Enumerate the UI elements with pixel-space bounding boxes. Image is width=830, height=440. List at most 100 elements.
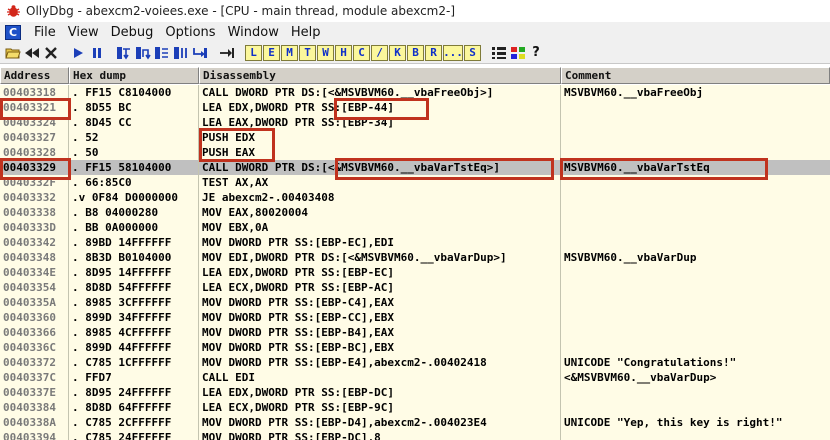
restart-icon[interactable]	[23, 44, 41, 61]
table-row[interactable]: 00403384. 8D8D 64FFFFFF LEA ECX,DWORD PTR…	[0, 400, 830, 415]
table-row[interactable]: 0040338A. C785 2CFFFFFF MOV DWORD PTR SS:…	[0, 415, 830, 430]
menu-view[interactable]: View	[63, 25, 106, 40]
table-row[interactable]: 00403318. FF15 C8104000 CALL DWORD PTR DS…	[0, 85, 830, 100]
breakpoints-window-button[interactable]: B	[407, 44, 424, 61]
table-row[interactable]: 0040336C. 899D 44FFFFFF MOV DWORD PTR SS:…	[0, 340, 830, 355]
row-disassembly: LEA EDX,DWORD PTR SS:[EBP-EC]	[199, 265, 561, 280]
table-row[interactable]: 00403354. 8D8D 54FFFFFF LEA ECX,DWORD PTR…	[0, 280, 830, 295]
ollydbg-bug-icon	[6, 4, 21, 19]
row-address: 00403360	[0, 310, 69, 325]
run-icon[interactable]	[69, 44, 87, 61]
row-comment	[561, 310, 830, 325]
step-into-icon[interactable]	[115, 44, 133, 61]
table-row[interactable]: 00403342. 89BD 14FFFFFF MOV DWORD PTR SS:…	[0, 235, 830, 250]
trace-over-icon[interactable]	[172, 44, 190, 61]
menu-options[interactable]: Options	[160, 25, 222, 40]
row-hex-dump: . 8D55 BC	[69, 100, 199, 115]
row-disassembly: PUSH EDX	[199, 130, 561, 145]
table-row[interactable]: 00403332 .v 0F84 D0000000 JE abexcm2-.0040…	[0, 190, 830, 205]
row-hex-dump: . 8985 4CFFFFFF	[69, 325, 199, 340]
row-hex-dump: . C785 24FFFFFF	[69, 430, 199, 440]
row-hex-dump: . 8D95 24FFFFFF	[69, 385, 199, 400]
menu-window[interactable]: Window	[223, 25, 286, 40]
pause-icon[interactable]	[88, 44, 106, 61]
execute-till-return-icon[interactable]	[191, 44, 209, 61]
menu-file[interactable]: File	[29, 25, 63, 40]
row-comment: UNICODE "Yep, this key is right!"	[564, 416, 783, 429]
row-disassembly: MOV DWORD PTR SS:[EBP-E4],abexcm2-.00402…	[199, 355, 561, 370]
row-address: 00403328	[0, 145, 69, 160]
row-disassembly: LEA ECX,DWORD PTR SS:[EBP-AC]	[199, 280, 561, 295]
row-disassembly: MOV DWORD PTR SS:[EBP-CC],EBX	[199, 310, 561, 325]
row-address: 0040334E	[0, 265, 69, 280]
row-hex-dump: . FF15 58104000	[69, 160, 199, 175]
help-button[interactable]: ?	[528, 45, 544, 61]
patches-window-button[interactable]: /	[371, 44, 388, 61]
references-window-button[interactable]: R	[425, 44, 442, 61]
disassembly-grid[interactable]: 00403318. FF15 C8104000 CALL DWORD PTR DS…	[0, 85, 830, 440]
run-trace-window-button[interactable]: ...	[443, 44, 463, 61]
table-row[interactable]: 00403338. B8 04000280 MOV EAX,80020004	[0, 205, 830, 220]
row-comment	[561, 130, 830, 145]
table-row[interactable]: 00403366. 8985 4CFFFFFF MOV DWORD PTR SS:…	[0, 325, 830, 340]
row-hex-dump: . FFD7	[69, 370, 199, 385]
column-comment[interactable]: Comment	[561, 67, 830, 84]
row-disassembly: LEA EDX,DWORD PTR SS:[EBP-44]	[199, 100, 561, 115]
row-comment: MSVBVM60.__vbaVarDup	[564, 251, 697, 264]
open-file-icon[interactable]	[4, 44, 22, 61]
row-comment	[561, 295, 830, 310]
source-window-button[interactable]: S	[464, 44, 481, 61]
table-row[interactable]: 00403360. 899D 34FFFFFF MOV DWORD PTR SS:…	[0, 310, 830, 325]
row-hex-dump: . 8B3D B0104000	[69, 250, 199, 265]
row-hex-dump: . 899D 44FFFFFF	[69, 340, 199, 355]
column-disassembly[interactable]: Disassembly	[199, 67, 561, 84]
table-row[interactable]: 00403327. 52 PUSH EDX	[0, 130, 830, 145]
table-row[interactable]: 0040337E. 8D95 24FFFFFF LEA EDX,DWORD PTR…	[0, 385, 830, 400]
row-disassembly: MOV DWORD PTR SS:[EBP-BC],EBX	[199, 340, 561, 355]
threads-window-button[interactable]: T	[299, 44, 316, 61]
menu-debug[interactable]: Debug	[106, 25, 161, 40]
close-program-icon[interactable]	[42, 44, 60, 61]
list-view-icon[interactable]	[490, 44, 508, 61]
table-row[interactable]: 00403394. C785 24FFFFFF MOV DWORD PTR SS:…	[0, 430, 830, 440]
table-row[interactable]: 0040335A. 8985 3CFFFFFF MOV DWORD PTR SS:…	[0, 295, 830, 310]
column-address[interactable]: Address	[0, 67, 69, 84]
row-disassembly: MOV DWORD PTR SS:[EBP-DC],8	[199, 430, 561, 440]
row-comment	[561, 100, 830, 115]
row-disassembly: MOV EAX,80020004	[199, 205, 561, 220]
trace-into-icon[interactable]	[153, 44, 171, 61]
table-row[interactable]: 0040333D. BB 0A000000 MOV EBX,0A	[0, 220, 830, 235]
table-row[interactable]: 00403329. FF15 58104000 CALL DWORD PTR DS…	[0, 160, 830, 175]
table-row[interactable]: 0040332F. 66:85C0 TEST AX,AX	[0, 175, 830, 190]
row-comment: UNICODE "Congratulations!"	[564, 356, 737, 369]
cpu-window-icon[interactable]: C	[5, 24, 21, 40]
table-row[interactable]: 0040334E. 8D95 14FFFFFF LEA EDX,DWORD PTR…	[0, 265, 830, 280]
table-row[interactable]: 00403348. 8B3D B0104000 MOV EDI,DWORD PTR…	[0, 250, 830, 265]
appearance-colors-icon[interactable]	[509, 44, 527, 61]
row-comment	[561, 340, 830, 355]
row-comment	[561, 235, 830, 250]
log-window-button[interactable]: L	[245, 44, 262, 61]
memory-window-button[interactable]: M	[281, 44, 298, 61]
goto-address-icon[interactable]	[218, 44, 236, 61]
cpu-window-button[interactable]: C	[353, 44, 370, 61]
call-stack-window-button[interactable]: K	[389, 44, 406, 61]
row-address: 00403318	[0, 85, 69, 100]
row-hex-dump: . 8D8D 54FFFFFF	[69, 280, 199, 295]
row-address: 00403324	[0, 115, 69, 130]
handles-window-button[interactable]: H	[335, 44, 352, 61]
table-row[interactable]: 00403372. C785 1CFFFFFF MOV DWORD PTR SS:…	[0, 355, 830, 370]
table-row[interactable]: 00403321. 8D55 BC LEA EDX,DWORD PTR SS:[E…	[0, 100, 830, 115]
column-hex-dump[interactable]: Hex dump	[69, 67, 199, 84]
windows-window-button[interactable]: W	[317, 44, 334, 61]
step-over-icon[interactable]	[134, 44, 152, 61]
executables-window-button[interactable]: E	[263, 44, 280, 61]
menu-help[interactable]: Help	[286, 25, 328, 40]
row-address: 0040338A	[0, 415, 69, 430]
table-row[interactable]: 00403324. 8D45 CC LEA EAX,DWORD PTR SS:[E…	[0, 115, 830, 130]
table-row[interactable]: 00403328. 50 PUSH EAX	[0, 145, 830, 160]
table-row[interactable]: 0040337C. FFD7 CALL EDI <&MSVBVM60.__vbaVa…	[0, 370, 830, 385]
row-address: 00403394	[0, 430, 69, 440]
row-hex-dump: . 899D 34FFFFFF	[69, 310, 199, 325]
row-comment	[561, 220, 830, 235]
